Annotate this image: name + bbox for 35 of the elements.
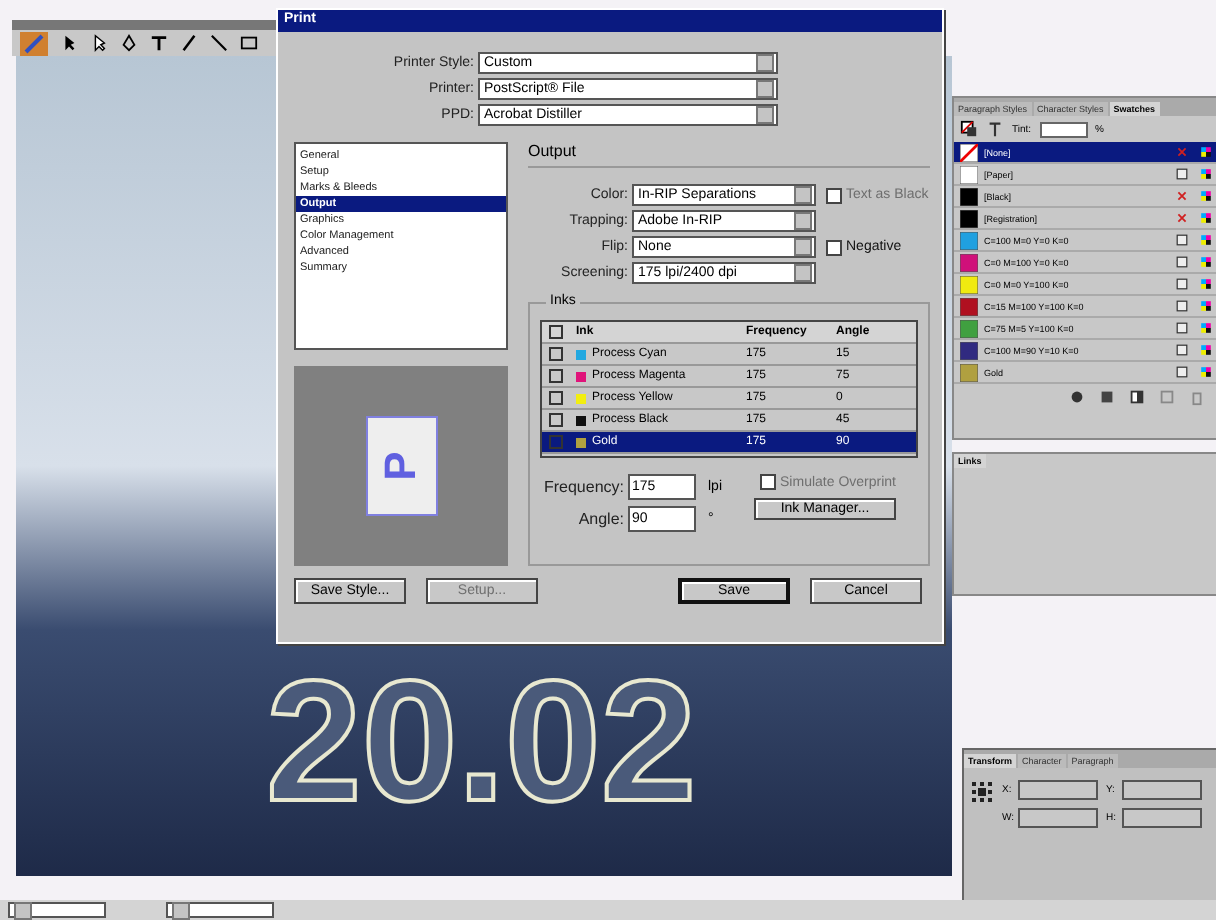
half-square-icon[interactable] <box>1128 388 1146 406</box>
fill-stroke-icon[interactable] <box>960 120 978 138</box>
pencil-icon[interactable] <box>180 34 198 52</box>
coordinate-field[interactable] <box>1122 808 1202 828</box>
arrow-pointer-icon[interactable] <box>60 34 78 52</box>
cmyk-icon <box>1200 190 1212 202</box>
field-label: Angle: <box>576 510 624 528</box>
cmyk-icon <box>1200 212 1212 224</box>
coordinate-field[interactable] <box>1122 780 1202 800</box>
tint-field[interactable] <box>1039 121 1088 137</box>
field-label: Frequency: <box>541 478 624 496</box>
frame-tool-icon[interactable] <box>240 34 258 52</box>
square-icon[interactable] <box>1098 388 1116 406</box>
cmyk-icon <box>1200 300 1212 312</box>
cmyk-icon <box>1200 322 1212 334</box>
text-tool-icon[interactable] <box>150 34 168 52</box>
reference-point-icon[interactable] <box>970 780 994 804</box>
line-tool-icon[interactable] <box>210 34 228 52</box>
cmyk-icon <box>1200 344 1212 356</box>
cmyk-icon <box>1200 168 1212 180</box>
coordinate-field[interactable] <box>1018 780 1098 800</box>
cmyk-icon <box>1200 278 1212 290</box>
section-title: Output <box>528 142 930 168</box>
page-dropdown[interactable] <box>166 902 274 918</box>
headline-text: 20.02 <box>266 656 697 828</box>
coordinate-field[interactable] <box>1018 808 1098 828</box>
cmyk-icon <box>1200 256 1212 268</box>
text-format-icon[interactable] <box>986 120 1004 138</box>
cmyk-icon <box>1200 146 1212 158</box>
cmyk-icon <box>1200 234 1212 246</box>
hollow-pointer-icon[interactable] <box>90 34 108 52</box>
zoom-dropdown[interactable] <box>8 902 106 918</box>
page-preview: P <box>365 416 437 516</box>
cmyk-icon <box>1200 366 1212 378</box>
pen-icon[interactable] <box>120 34 138 52</box>
